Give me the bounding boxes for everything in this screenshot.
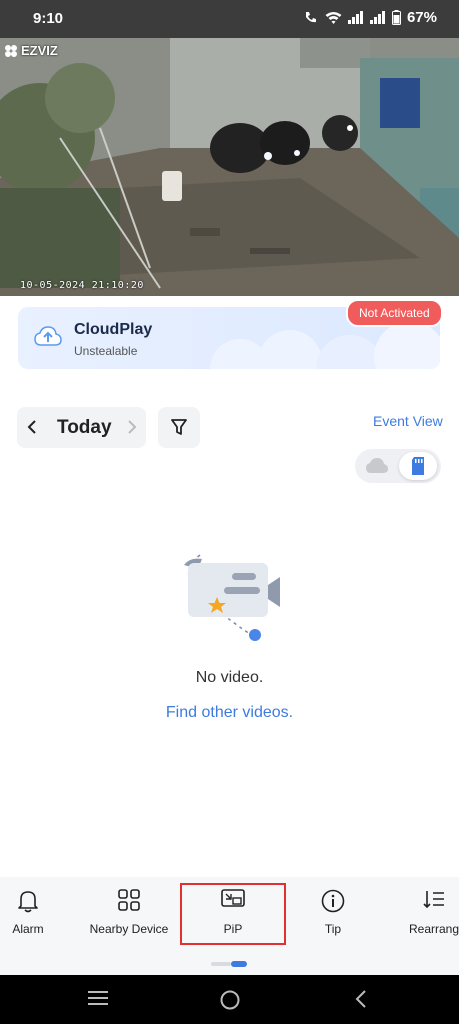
info-icon [321, 889, 345, 913]
no-video-text: No video. [195, 669, 264, 686]
menu-icon[interactable] [87, 989, 109, 1007]
cloud-icon[interactable] [365, 457, 389, 475]
battery-percent: 67% [406, 9, 437, 26]
no-video-illustration [184, 554, 280, 641]
sd-card-icon [412, 457, 424, 475]
wifi-icon [325, 12, 342, 24]
cloud-upload-icon [34, 326, 62, 346]
system-nav-bar [0, 975, 459, 1024]
event-view-link[interactable]: Event View [373, 413, 443, 429]
signal-icon [347, 11, 363, 24]
brand-name: EZVIZ [21, 43, 58, 58]
storage-toggle[interactable] [355, 449, 441, 483]
sd-card-option[interactable] [399, 452, 437, 480]
toolbar-rearrange[interactable]: Rearrange [404, 877, 459, 947]
status-icons: 67% [303, 9, 437, 26]
status-bar: 9:10 67% [0, 0, 459, 38]
toolbar-label: Rearrange [409, 922, 459, 936]
camera-feed[interactable]: EZVIZ 10-05-2024 21:10:20 [0, 38, 459, 296]
date-navigator: Today [17, 407, 146, 448]
back-icon[interactable] [353, 989, 369, 1009]
cloudplay-subtitle: Unstealable [74, 344, 138, 358]
filter-icon [171, 419, 187, 435]
camera-brand: EZVIZ [4, 43, 58, 58]
call-icon [305, 11, 316, 22]
toolbar-label: Tip [324, 922, 342, 936]
find-other-videos-link[interactable]: Find other videos. [0, 704, 459, 722]
bell-icon [18, 891, 38, 913]
bottom-toolbar: Alarm Nearby Device PiP Tip Rearrange [0, 877, 459, 975]
camera-timestamp: 10-05-2024 21:10:20 [20, 280, 144, 291]
date-label[interactable]: Today [57, 417, 112, 439]
ezviz-logo-icon [5, 44, 17, 57]
toolbar-label: Alarm [12, 922, 44, 936]
toolbar-pip[interactable]: PiP [182, 877, 284, 947]
filter-button[interactable] [158, 407, 200, 448]
pip-icon [221, 889, 245, 907]
grid-icon [118, 889, 140, 911]
chevron-right-icon[interactable] [125, 419, 139, 435]
status-time: 9:10 [33, 10, 64, 27]
camera-scene-image [0, 38, 459, 296]
signal-icon-2 [369, 11, 385, 24]
home-icon[interactable] [219, 989, 241, 1011]
toolbar-nearby-device[interactable]: Nearby Device [82, 877, 176, 947]
page-indicator [211, 961, 247, 967]
not-activated-badge[interactable]: Not Activated [346, 299, 443, 327]
chevron-left-icon[interactable] [25, 419, 39, 435]
battery-icon [391, 10, 401, 25]
toolbar-label: Nearby Device [89, 922, 169, 936]
cloudplay-title: CloudPlay [74, 321, 153, 338]
rearrange-icon [423, 891, 444, 909]
toolbar-alarm[interactable]: Alarm [0, 877, 56, 947]
toolbar-label: PiP [223, 922, 243, 936]
toolbar-tip[interactable]: Tip [304, 877, 362, 947]
